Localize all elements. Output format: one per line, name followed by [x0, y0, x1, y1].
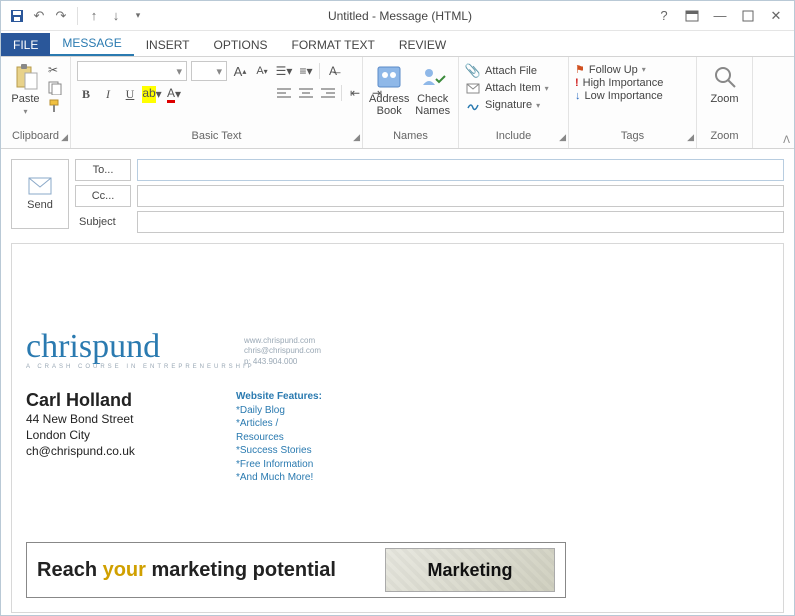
font-family-combo[interactable]: ▾	[77, 61, 187, 81]
cut-icon[interactable]: ✂	[48, 63, 64, 79]
address-book-icon	[375, 63, 403, 91]
zoom-icon	[711, 63, 739, 91]
grow-font-icon[interactable]: A▴	[231, 62, 249, 80]
clear-formatting-button[interactable]: A̶	[324, 62, 342, 80]
decrease-indent-button[interactable]: ⇤	[346, 84, 364, 102]
send-label: Send	[27, 199, 53, 211]
check-names-icon	[419, 63, 447, 91]
attach-file-button[interactable]: 📎 Attach File	[465, 63, 549, 79]
align-left-button[interactable]	[275, 84, 293, 102]
group-include-label: Include◢	[459, 130, 568, 148]
qat-down-icon[interactable]: ↓	[108, 8, 124, 24]
dialog-launcher-icon[interactable]: ◢	[353, 132, 360, 143]
low-importance-button[interactable]: ↓ Low Importance	[575, 90, 663, 102]
group-zoom-label: Zoom	[697, 130, 752, 148]
format-painter-icon[interactable]	[48, 99, 64, 115]
to-field[interactable]	[137, 159, 784, 181]
signature-brand-contact: www.chrispund.com chris@chrispund.com p:…	[244, 336, 321, 367]
send-button[interactable]: Send	[11, 159, 69, 229]
zoom-button[interactable]: Zoom	[704, 61, 746, 105]
quick-access-toolbar: ↶ ↷ ↑ ↓ ▾	[1, 7, 146, 25]
ribbon-tabs: FILE MESSAGE INSERT OPTIONS FORMAT TEXT …	[1, 31, 794, 57]
address-book-label: Address Book	[369, 93, 409, 117]
font-color-button[interactable]: A▾	[165, 85, 183, 103]
redo-icon[interactable]: ↷	[53, 8, 69, 24]
help-icon[interactable]: ?	[654, 6, 674, 26]
send-icon	[28, 177, 52, 195]
copy-icon[interactable]	[48, 81, 64, 97]
highlight-button[interactable]: ab▾	[143, 85, 161, 103]
dialog-launcher-icon[interactable]: ◢	[687, 132, 694, 143]
ribbon: Paste ▾ ✂ Clipboard◢ ▾ ▾ A▴	[1, 57, 794, 149]
address-book-button[interactable]: Address Book	[369, 61, 409, 117]
ribbon-options-icon[interactable]	[682, 6, 702, 26]
message-body[interactable]: chrispund A CRASH COURSE IN ENTREPRENEUR…	[11, 243, 784, 613]
qat-up-icon[interactable]: ↑	[86, 8, 102, 24]
flag-icon: ⚑	[575, 63, 585, 76]
compose-header: Send To... Cc... Subject	[1, 149, 794, 233]
paste-icon	[12, 63, 40, 91]
tab-file[interactable]: FILE	[1, 33, 50, 56]
qat-customize-icon[interactable]: ▾	[130, 8, 146, 24]
check-names-button[interactable]: Check Names	[413, 61, 452, 117]
high-importance-button[interactable]: ! High Importance	[575, 77, 663, 89]
signature-block: chrispund A CRASH COURSE IN ENTREPRENEUR…	[26, 330, 326, 460]
zoom-label: Zoom	[710, 93, 738, 105]
group-names-label: Names	[363, 130, 458, 148]
dialog-launcher-icon[interactable]: ◢	[559, 132, 566, 143]
font-size-combo[interactable]: ▾	[191, 61, 227, 81]
tab-format-text[interactable]: FORMAT TEXT	[280, 33, 387, 56]
signature-button[interactable]: Signature▾	[465, 97, 549, 113]
tab-message[interactable]: MESSAGE	[50, 31, 133, 56]
italic-button[interactable]: I	[99, 85, 117, 103]
signature-icon	[465, 97, 481, 113]
tab-options[interactable]: OPTIONS	[202, 33, 280, 56]
group-tags-label: Tags◢	[569, 130, 696, 148]
attach-item-button[interactable]: Attach Item▾	[465, 80, 549, 96]
bullets-button[interactable]: ☰▾	[275, 62, 293, 80]
window-controls: ? ― ✕	[654, 6, 794, 26]
collapse-ribbon-icon[interactable]: ᐱ	[779, 133, 794, 148]
group-basic-text-label: Basic Text◢	[71, 130, 362, 148]
close-icon[interactable]: ✕	[766, 6, 786, 26]
tab-insert[interactable]: INSERT	[134, 33, 202, 56]
underline-button[interactable]: U	[121, 85, 139, 103]
to-button[interactable]: To...	[75, 159, 131, 181]
subject-field[interactable]	[137, 211, 784, 233]
attach-item-icon	[465, 80, 481, 96]
tab-review[interactable]: REVIEW	[387, 33, 458, 56]
cc-button[interactable]: Cc...	[75, 185, 131, 207]
low-importance-icon: ↓	[575, 90, 581, 102]
minimize-icon[interactable]: ―	[710, 6, 730, 26]
signature-banner: Reach your marketing potential Marketing	[26, 542, 566, 598]
bold-button[interactable]: B	[77, 85, 95, 103]
signature-features: Website Features: *Daily Blog *Articles …	[236, 390, 326, 485]
undo-icon[interactable]: ↶	[31, 8, 47, 24]
group-clipboard-label: Clipboard◢	[1, 130, 70, 148]
high-importance-icon: !	[575, 77, 579, 89]
banner-magazine-image: Marketing	[385, 548, 555, 592]
numbering-button[interactable]: ≡▾	[297, 62, 315, 80]
align-right-button[interactable]	[319, 84, 337, 102]
banner-text: Reach your marketing potential	[37, 559, 336, 582]
maximize-icon[interactable]	[738, 6, 758, 26]
paste-label: Paste	[11, 93, 39, 105]
check-names-label: Check Names	[413, 93, 452, 117]
save-icon[interactable]	[9, 8, 25, 24]
subject-label: Subject	[75, 211, 131, 233]
shrink-font-icon[interactable]: A▾	[253, 62, 271, 80]
title-bar: ↶ ↷ ↑ ↓ ▾ Untitled - Message (HTML) ? ― …	[1, 1, 794, 31]
dialog-launcher-icon[interactable]: ◢	[61, 132, 68, 143]
follow-up-button[interactable]: ⚑ Follow Up▾	[575, 63, 663, 76]
align-center-button[interactable]	[297, 84, 315, 102]
cc-field[interactable]	[137, 185, 784, 207]
paste-button[interactable]: Paste ▾	[7, 61, 44, 116]
paperclip-icon: 📎	[465, 63, 481, 79]
window-title: Untitled - Message (HTML)	[146, 9, 654, 23]
